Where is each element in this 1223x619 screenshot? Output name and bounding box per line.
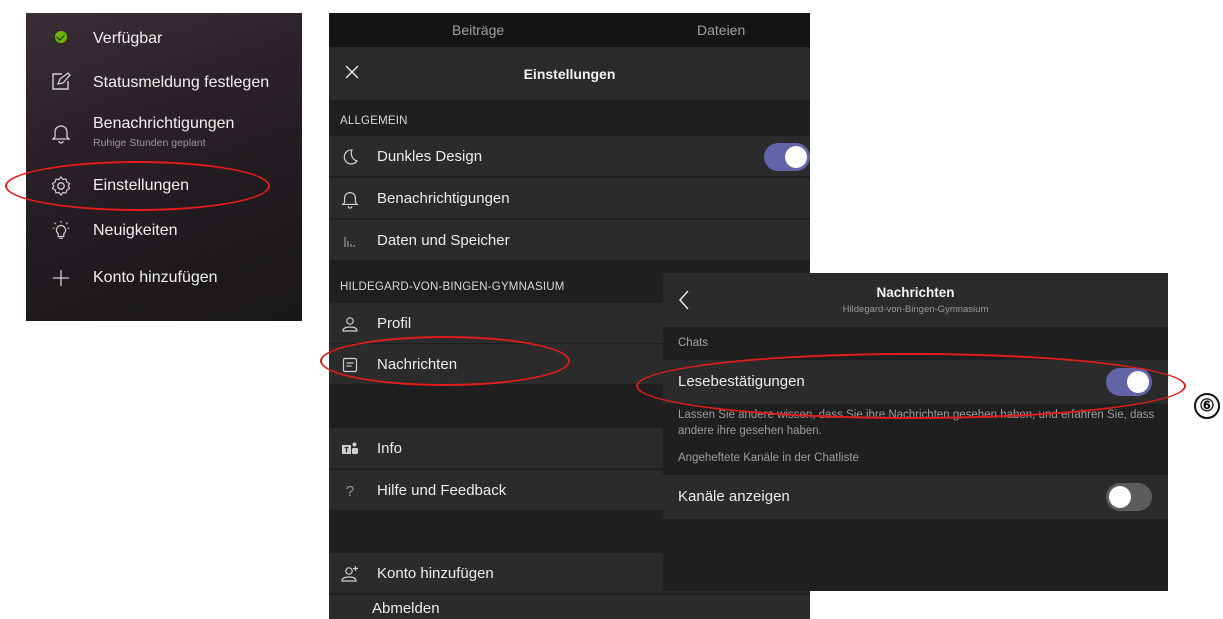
setting-label: Benachrichtigungen: [377, 190, 510, 207]
setting-sign-out[interactable]: Abmelden: [329, 595, 810, 619]
menu-item-label: Verfügbar: [93, 30, 163, 47]
menu-item-label: Neuigkeiten: [93, 222, 178, 239]
setting-label: Lesebestätigungen: [678, 373, 805, 390]
signout-icon: [340, 615, 360, 619]
messages-header: Nachrichten Hildegard-von-Bingen-Gymnasi…: [663, 273, 1168, 327]
lightbulb-icon: [50, 220, 72, 242]
section-general: ALLGEMEIN: [340, 115, 408, 127]
setting-label: Abmelden: [372, 600, 440, 617]
menu-item-add-account[interactable]: Konto hinzufügen: [26, 258, 302, 298]
bell-icon: [340, 189, 360, 209]
menu-item-available[interactable]: Verfügbar: [26, 17, 302, 57]
section-chats: Chats: [678, 337, 709, 349]
add-person-icon: [340, 564, 360, 584]
help-icon: ?: [345, 482, 355, 500]
menu-item-sublabel: Ruhige Stunden geplant: [93, 137, 206, 149]
setting-label: Kanäle anzeigen: [678, 488, 790, 505]
page-title: Einstellungen: [523, 66, 616, 82]
status-available-icon: [50, 26, 72, 48]
plus-icon: [50, 267, 72, 289]
show-channels-toggle[interactable]: [1106, 483, 1152, 511]
step-marker: ⑥: [1194, 393, 1220, 419]
setting-read-receipts[interactable]: Lesebestätigungen: [663, 360, 1168, 404]
menu-item-settings[interactable]: Einstellungen: [26, 166, 302, 206]
channel-tabs: Beiträge Dateien: [329, 13, 810, 47]
setting-label: Dunkles Design: [377, 148, 483, 165]
gear-icon: [50, 175, 72, 197]
menu-item-whats-new[interactable]: Neuigkeiten: [26, 211, 302, 251]
edit-status-icon: [50, 71, 72, 93]
read-receipts-toggle[interactable]: [1106, 368, 1152, 396]
tab-posts[interactable]: Beiträge: [452, 22, 504, 38]
menu-item-label: Konto hinzufügen: [93, 269, 218, 286]
message-icon: [340, 355, 360, 375]
moon-icon: [340, 147, 360, 167]
setting-label: Konto hinzufügen: [377, 565, 494, 582]
teams-icon: [340, 439, 360, 459]
menu-item-label: Statusmeldung festlegen: [93, 74, 270, 91]
setting-show-channels[interactable]: Kanäle anzeigen: [663, 475, 1168, 519]
account-menu: Verfügbar Statusmeldung festlegen Benach…: [26, 13, 302, 321]
person-icon: [340, 314, 360, 334]
settings-header: Einstellungen: [329, 47, 810, 101]
page-title: Nachrichten: [876, 285, 955, 300]
section-pinned-channels: Angeheftete Kanäle in der Chatliste: [678, 452, 859, 464]
bell-icon: [50, 122, 72, 144]
setting-label: Info: [377, 440, 403, 457]
setting-label: Profil: [377, 315, 412, 332]
setting-label: Nachrichten: [377, 356, 458, 373]
setting-dark-theme[interactable]: Dunkles Design: [329, 136, 810, 177]
tab-files[interactable]: Dateien: [697, 22, 745, 38]
section-organization: HILDEGARD-VON-BINGEN-GYMNASIUM: [340, 281, 565, 293]
page-subtitle: Hildegard-von-Bingen-Gymnasium: [842, 304, 989, 315]
read-receipts-description: Lassen Sie andere wissen, dass Sie ihre …: [678, 409, 1155, 437]
dark-theme-toggle[interactable]: [764, 143, 810, 171]
setting-data-storage[interactable]: Daten und Speicher: [329, 220, 810, 261]
menu-item-label: Benachrichtigungen: [93, 115, 235, 132]
storage-icon: [340, 231, 360, 251]
menu-item-label: Einstellungen: [93, 177, 190, 194]
setting-label: Daten und Speicher: [377, 232, 510, 249]
setting-notifications[interactable]: Benachrichtigungen: [329, 178, 810, 219]
messages-settings-panel: Nachrichten Hildegard-von-Bingen-Gymnasi…: [663, 273, 1168, 591]
menu-item-notifications[interactable]: Benachrichtigungen Ruhige Stunden geplan…: [26, 109, 302, 155]
menu-item-status-message[interactable]: Statusmeldung festlegen: [26, 62, 302, 102]
setting-label: Hilfe und Feedback: [377, 482, 507, 499]
